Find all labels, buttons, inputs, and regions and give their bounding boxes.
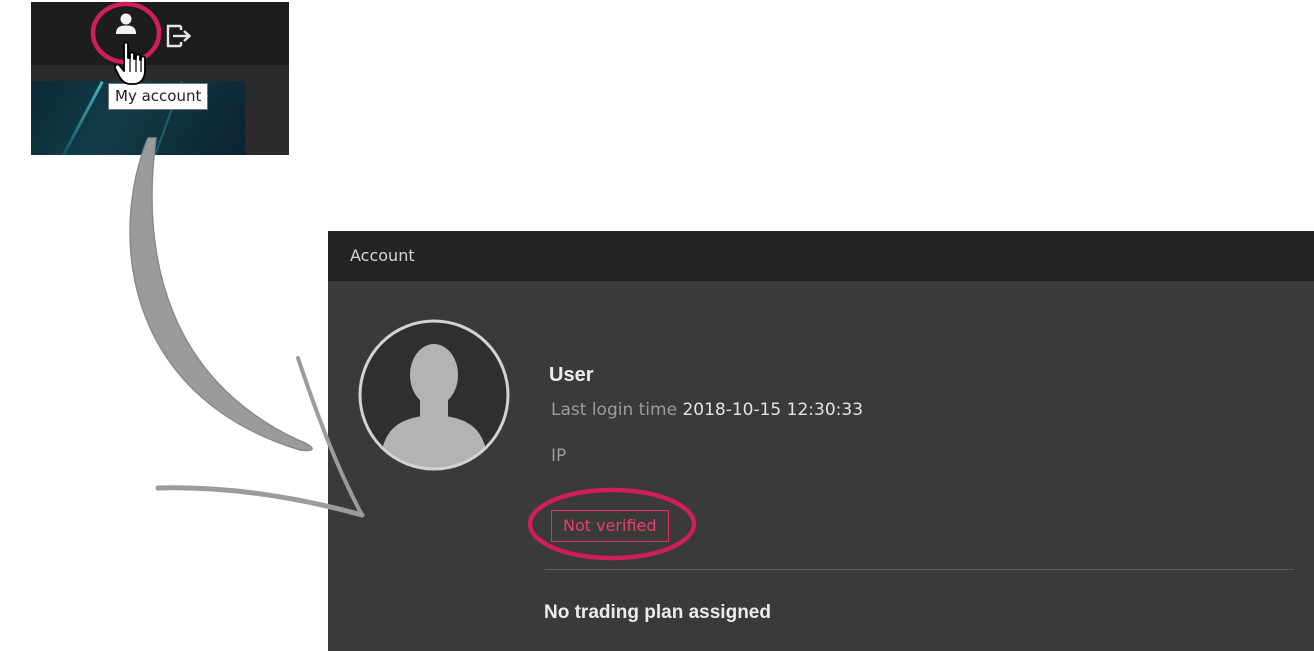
my-account-tooltip: My account [108, 83, 209, 110]
panel-title: Account [328, 231, 1314, 281]
logout-icon [166, 24, 192, 48]
last-login-value: 2018-10-15 12:30:33 [682, 400, 864, 420]
avatar [358, 319, 510, 471]
trading-plan-status: No trading plan assigned [544, 602, 771, 623]
last-login-row: Last login time 2018-10-15 12:30:33 [551, 400, 863, 420]
content-area [31, 65, 289, 155]
image-streak [58, 81, 104, 155]
last-login-label: Last login time [551, 400, 678, 420]
top-toolbar [31, 2, 289, 65]
user-icon [116, 13, 136, 34]
person-silhouette-icon [358, 319, 510, 471]
verification-status-badge[interactable]: Not verified [551, 510, 669, 542]
toolbar-screenshot: My account [31, 2, 289, 155]
account-panel: Account User Last login time 2018-10-15 … [328, 231, 1314, 651]
logout-button[interactable] [164, 20, 194, 50]
tutorial-stage: My account Account User Last login time [0, 0, 1314, 651]
divider [545, 569, 1294, 570]
ip-label: IP [551, 446, 567, 466]
my-account-button[interactable] [115, 12, 137, 48]
curved-arrow [129, 137, 313, 452]
user-name: User [549, 364, 594, 386]
